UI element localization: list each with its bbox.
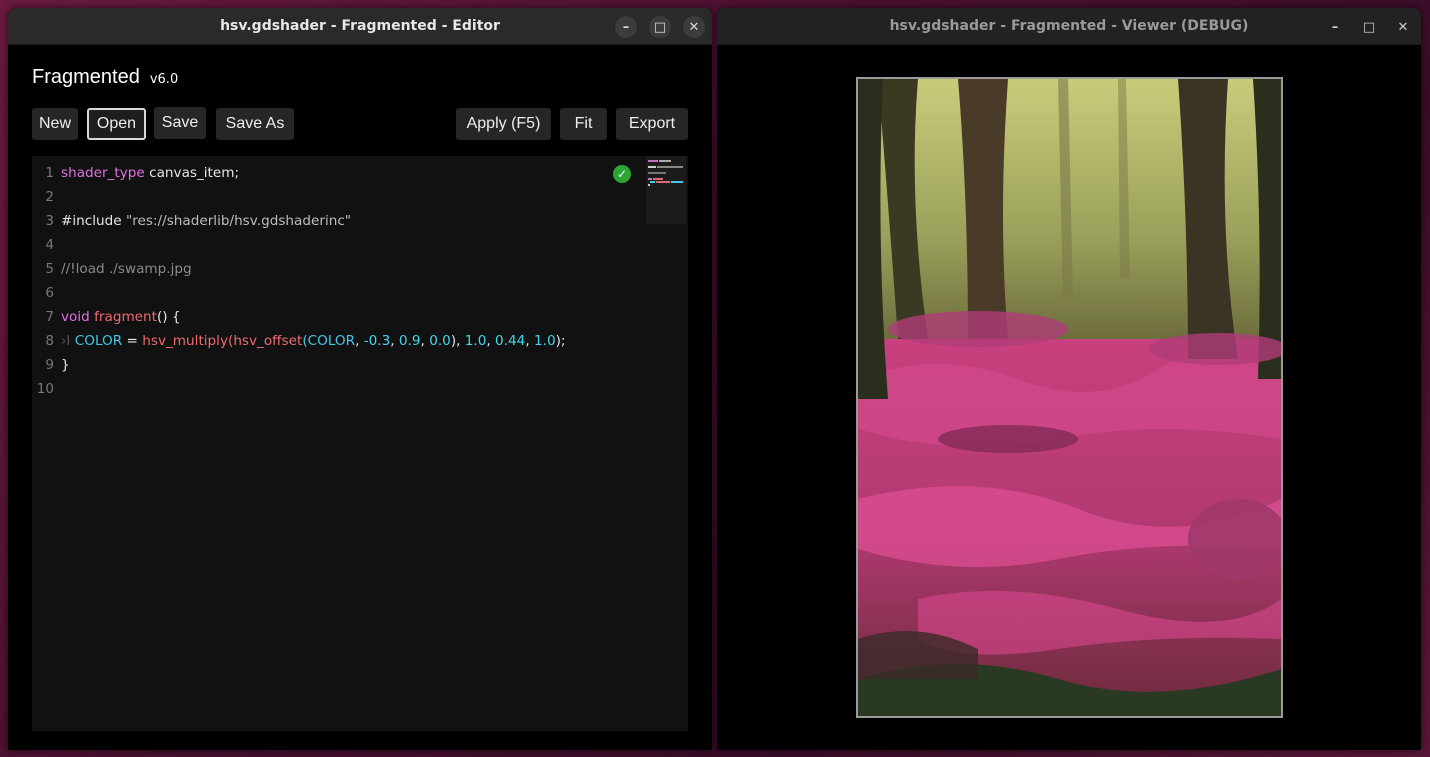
code-token: 0.0	[429, 333, 451, 349]
editor-window-title: hsv.gdshader - Fragmented - Editor	[220, 18, 500, 34]
code-line: 9 }	[32, 355, 566, 379]
viewer-window-controls: – □ ✕	[1324, 16, 1414, 38]
viewer-titlebar[interactable]: hsv.gdshader - Fragmented - Viewer (DEBU…	[717, 8, 1421, 45]
export-button[interactable]: Export	[616, 108, 688, 140]
line-number: 10	[36, 381, 54, 397]
code-token: hsv_offset	[233, 333, 303, 349]
code-line: 8 ›I COLOR = hsv_multiply(hsv_offset(COL…	[32, 331, 566, 355]
code-token: ,	[355, 333, 364, 349]
code-token: canvas_item;	[144, 165, 240, 181]
code-token: #include	[61, 213, 126, 229]
code-line: 3 #include "res://shaderlib/hsv.gdshader…	[32, 211, 566, 235]
code-token: shader_type	[61, 165, 145, 181]
code-token: 0.9	[398, 333, 421, 349]
code-line: 1 shader_type canvas_item;	[32, 163, 566, 187]
editor-window: hsv.gdshader - Fragmented - Editor – □ ✕…	[8, 8, 712, 750]
app-header: Fragmented v6.0	[32, 66, 178, 89]
code-token: -0.3	[363, 333, 391, 349]
line-number: 9	[45, 357, 54, 373]
code-token: 1.0	[464, 333, 487, 349]
apply-button[interactable]: Apply (F5)	[456, 108, 551, 140]
viewer-window: hsv.gdshader - Fragmented - Viewer (DEBU…	[717, 8, 1421, 750]
line-number: 7	[45, 309, 54, 325]
code-token: ),	[450, 333, 465, 349]
code-line: 7 void fragment() {	[32, 307, 566, 331]
shader-preview-canvas[interactable]	[856, 77, 1283, 718]
code-lines: 1 shader_type canvas_item; 2 3 #include …	[32, 163, 566, 403]
line-number: 3	[45, 213, 54, 229]
editor-window-controls: – □ ✕	[615, 16, 705, 38]
code-token: ,	[486, 333, 496, 349]
save-as-button[interactable]: Save As	[216, 108, 294, 140]
code-line: 6	[32, 283, 566, 307]
editor-titlebar[interactable]: hsv.gdshader - Fragmented - Editor – □ ✕	[8, 8, 712, 45]
save-button[interactable]: Save	[154, 107, 206, 139]
maximize-icon[interactable]: □	[649, 16, 671, 38]
code-line: 2	[32, 187, 566, 211]
code-token: hsv_multiply	[142, 333, 228, 349]
code-minimap[interactable]	[646, 156, 686, 224]
line-number: 1	[45, 165, 54, 181]
code-token: ,	[525, 333, 534, 349]
code-token: ,	[420, 333, 430, 349]
app-version: v6.0	[149, 72, 179, 87]
code-token: );	[555, 333, 566, 349]
code-token: 0.44	[495, 333, 526, 349]
code-token: () {	[157, 309, 181, 325]
close-icon[interactable]: ✕	[683, 16, 705, 38]
code-token: fragment	[94, 309, 157, 325]
code-token: ,	[390, 333, 399, 349]
line-number: 5	[45, 261, 54, 277]
code-line: 10	[32, 379, 566, 403]
close-icon[interactable]: ✕	[1392, 16, 1414, 38]
code-token: 1.0	[533, 333, 556, 349]
new-button[interactable]: New	[32, 108, 78, 140]
code-token: void	[61, 309, 90, 325]
app-title: Fragmented	[32, 66, 140, 88]
code-token: COLOR	[307, 333, 356, 349]
code-token: "res://shaderlib/hsv.gdshaderinc"	[125, 213, 352, 229]
line-number: 2	[45, 189, 54, 205]
open-button[interactable]: Open	[87, 108, 146, 140]
maximize-icon[interactable]: □	[1358, 16, 1380, 38]
minimize-icon[interactable]: –	[1324, 16, 1346, 38]
tab-indicator: ›I	[61, 333, 75, 349]
code-line: 5 //!load ./swamp.jpg	[32, 259, 566, 283]
line-number: 6	[45, 285, 54, 301]
code-token: }	[61, 357, 70, 373]
viewer-window-title: hsv.gdshader - Fragmented - Viewer (DEBU…	[889, 18, 1249, 34]
line-number: 8	[45, 333, 54, 349]
code-editor[interactable]: 1 shader_type canvas_item; 2 3 #include …	[32, 156, 688, 731]
code-token: COLOR	[74, 333, 123, 349]
code-token: =	[122, 333, 143, 349]
swamp-preview-image	[858, 79, 1281, 716]
minimize-icon[interactable]: –	[615, 16, 637, 38]
line-number: 4	[45, 237, 54, 253]
fit-button[interactable]: Fit	[560, 108, 607, 140]
code-token: //!load ./swamp.jpg	[61, 261, 192, 277]
code-line: 4	[32, 235, 566, 259]
check-circle-icon: ✓	[613, 165, 631, 183]
